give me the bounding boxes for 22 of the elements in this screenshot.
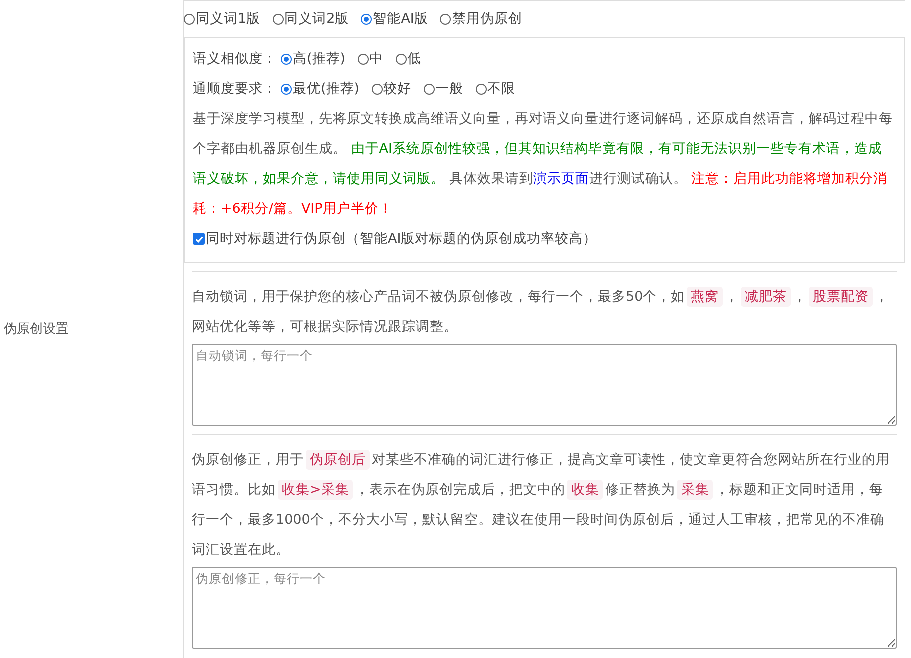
- radio-option[interactable]: 较好: [372, 80, 412, 98]
- radio-option[interactable]: 低: [396, 50, 422, 68]
- checkmark-icon: [194, 234, 204, 244]
- section-label: 伪原创设置: [4, 321, 69, 338]
- setting-label: 语义相似度：: [193, 50, 277, 68]
- radio-option[interactable]: 不限: [476, 80, 516, 98]
- description-text: 基于深度学习模型，先将原文转换成高维语义向量，再对语义向量进行逐词解码，还原成自然语言，解码过程中每个字都由机器原创生成。 由于AI系统原创性较强，但其知识结构毕竟有限，有可能无法识别一些专有术语，造成语义破坏，如果介意，请使用同义词版。 具体效果请到演示页面进行测试确认。 注意：启用此功能将增加积分消耗：+6积分/篇。VIP用户半价！: [193, 110, 894, 219]
- radio-option[interactable]: 一般: [424, 80, 464, 98]
- radio-option[interactable]: 禁用伪原创: [440, 10, 522, 28]
- radio-option[interactable]: 同义词2版: [272, 10, 350, 28]
- demo-page-link[interactable]: 演示页面: [533, 171, 590, 187]
- lock-words-field[interactable]: 自动锁词，每行一个: [192, 344, 897, 426]
- lock-words-description: 自动锁词，用于保护您的核心产品词不被伪原创修改，每行一个，最多50个，如 燕窝 ， 减肥茶 ， 股票配资 ，网站优化等等，可根据实际情况跟踪调整。: [192, 286, 890, 337]
- radio-option[interactable]: 中: [358, 50, 384, 68]
- radio-option[interactable]: 同义词1版: [184, 10, 261, 28]
- correction-description: 伪原创修正，用于 伪原创后 对某些不准确的词汇进行修正，提高文章可读性，使文章更符合您网站所在行业的用语习惯。比如 收集>采集 ，表示在伪原创完成后，把文中的 收集 修正替换为 采集 ，标题和正文同时适用，每行一个，最多1000个，不分大小写，默认留空。建议在使用一段时间伪原创后，通过人工审核，把常见的不准确词汇设置在此。: [192, 449, 891, 560]
- radio-option[interactable]: 高(推荐): [281, 50, 346, 68]
- correction-field[interactable]: 伪原创修正，每行一个: [192, 567, 897, 649]
- setting-label: 通顺度要求：: [193, 80, 277, 98]
- radio-option[interactable]: 智能AI版: [361, 10, 428, 28]
- radio-option[interactable]: 最优(推荐): [281, 80, 360, 98]
- title-checkbox[interactable]: 同时对标题进行伪原创（智能AI版对标题的伪原创成功率较高）: [193, 230, 598, 248]
